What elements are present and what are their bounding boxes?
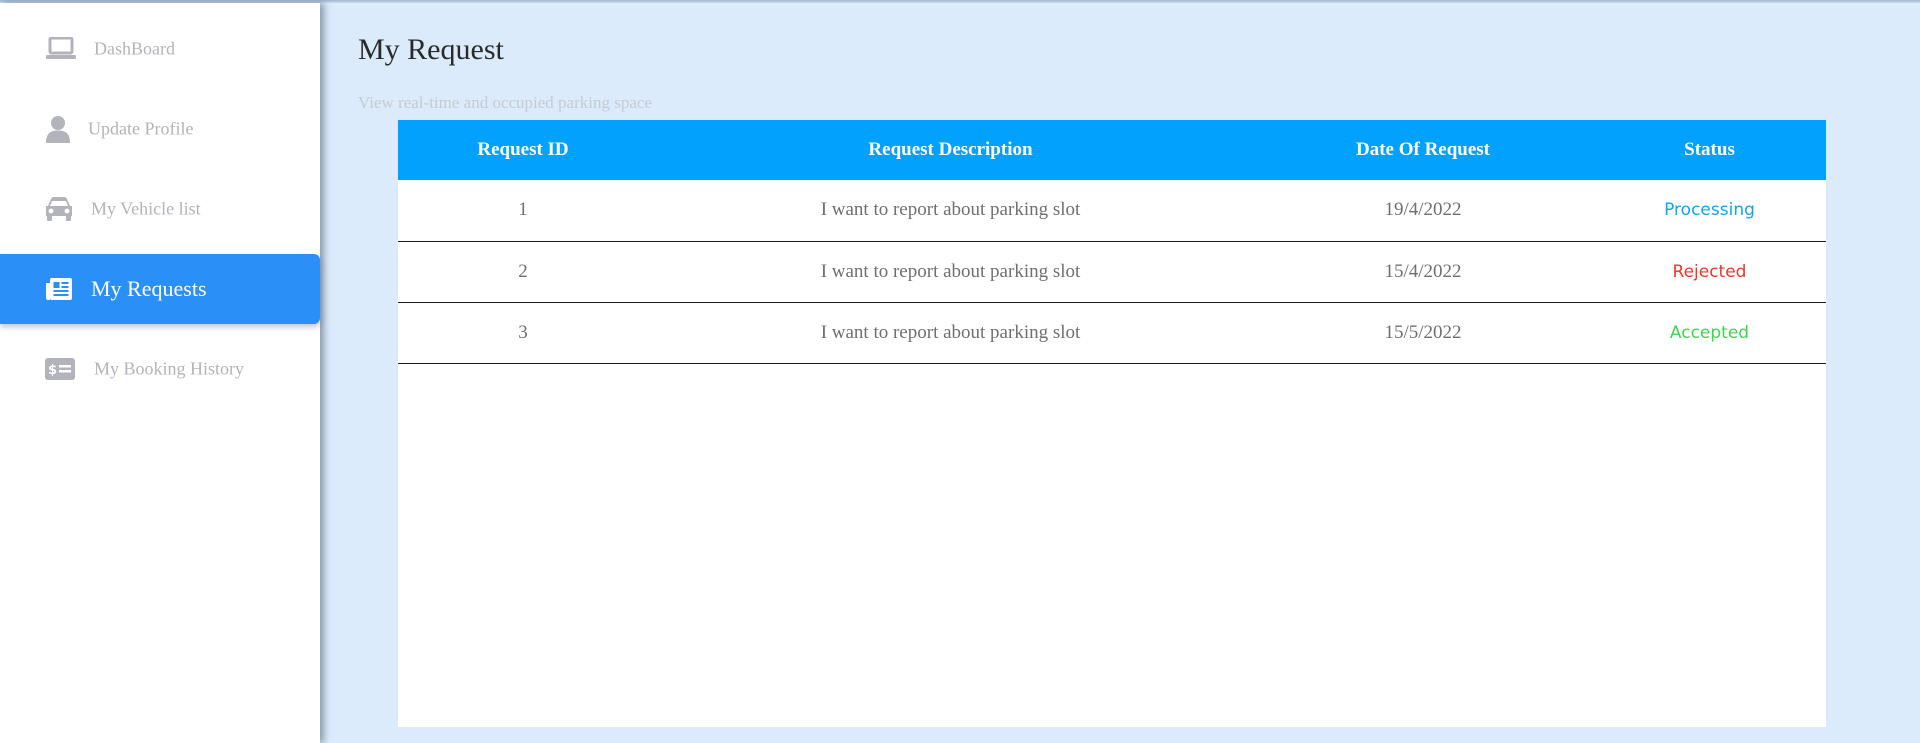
sidebar-item-label: My Vehicle list (91, 198, 201, 219)
request-description-cell: I want to report about parking slot (820, 199, 1081, 221)
column-header-status: Status (1684, 139, 1735, 160)
sidebar-item-dashboard[interactable]: DashBoard (0, 14, 320, 84)
requests-table: Request ID Request Description Date Of R… (398, 120, 1826, 364)
laptop-icon (46, 37, 76, 61)
sidebar: DashBoard Update Profile My Vehicle list (0, 3, 320, 743)
status-badge: Processing (1664, 200, 1755, 221)
request-description-cell: I want to report about parking slot (820, 260, 1081, 282)
page-title: My Request (358, 33, 504, 66)
request-date-cell: 15/4/2022 (1384, 260, 1462, 282)
money-check-icon: $ (45, 358, 75, 380)
request-date-cell: 19/4/2022 (1384, 199, 1462, 221)
status-badge: Accepted (1669, 322, 1750, 343)
request-date-cell: 15/5/2022 (1384, 321, 1462, 343)
sidebar-item-label: My Booking History (94, 358, 245, 379)
car-icon (45, 196, 73, 222)
table-row[interactable]: 1 I want to report about parking slot 19… (398, 180, 1826, 241)
request-id-cell: 3 (518, 321, 528, 343)
request-description-cell: I want to report about parking slot (820, 321, 1081, 343)
user-icon (45, 115, 71, 143)
svg-text:$: $ (48, 363, 57, 378)
table-row[interactable]: 2 I want to report about parking slot 15… (398, 241, 1826, 302)
main-content: My Request View real-time and occupied p… (320, 3, 1920, 743)
table-row[interactable]: 3 I want to report about parking slot 15… (398, 302, 1826, 363)
request-id-cell: 2 (518, 260, 528, 282)
sidebar-item-my-requests[interactable]: My Requests (0, 254, 320, 324)
sidebar-item-update-profile[interactable]: Update Profile (0, 94, 320, 164)
page-subtitle: View real-time and occupied parking spac… (358, 93, 652, 112)
sidebar-item-label: Update Profile (88, 118, 194, 139)
sidebar-item-label: My Requests (91, 276, 207, 301)
column-header-request-id: Request ID (477, 139, 569, 160)
column-header-request-description: Request Description (868, 139, 1033, 160)
column-header-date-of-request: Date Of Request (1355, 139, 1491, 160)
newspaper-icon (45, 277, 73, 301)
request-id-cell: 1 (518, 199, 528, 221)
status-badge: Rejected (1672, 261, 1747, 282)
sidebar-item-my-vehicle-list[interactable]: My Vehicle list (0, 174, 320, 244)
requests-table-card: Request ID Request Description Date Of R… (398, 120, 1826, 727)
sidebar-item-my-booking-history[interactable]: $ My Booking History (0, 334, 320, 404)
table-header-row: Request ID Request Description Date Of R… (398, 120, 1826, 180)
sidebar-item-label: DashBoard (94, 38, 175, 59)
